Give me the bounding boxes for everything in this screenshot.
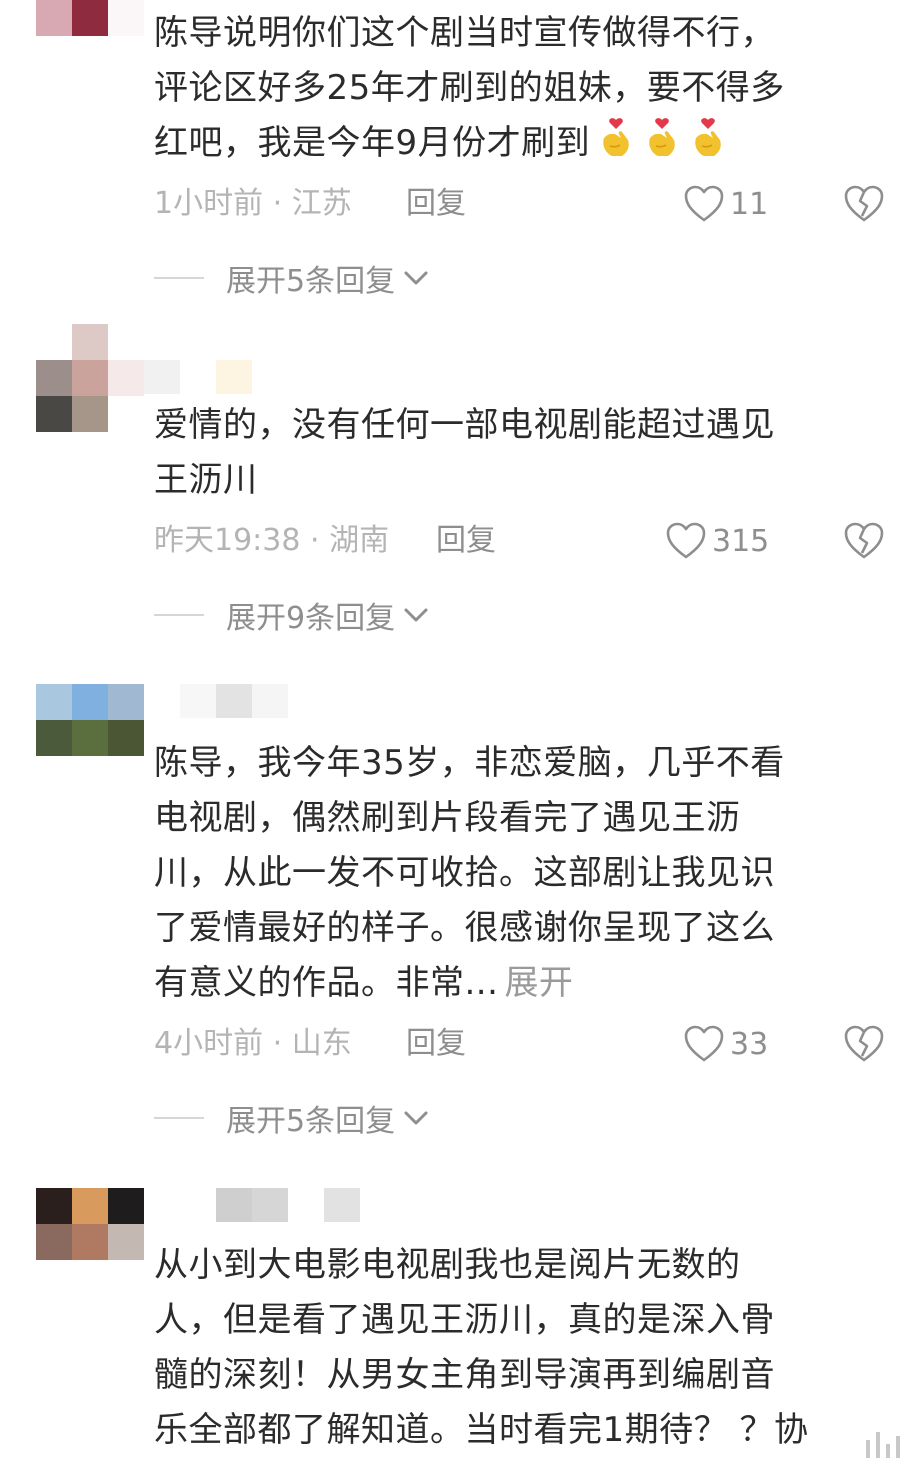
like-button[interactable]: 11 bbox=[684, 182, 768, 226]
comment-line: 乐全部都了解知道。当时看完1期待？ ？协 bbox=[154, 1410, 809, 1450]
reply-button[interactable]: 回复 bbox=[406, 182, 466, 226]
comment-line: 川，从此一发不可收拾。这部剧让我见识 bbox=[154, 853, 775, 893]
avatar[interactable] bbox=[36, 684, 144, 792]
comment-line: 人，但是看了遇见王沥川，真的是深入骨 bbox=[154, 1300, 775, 1340]
heart-outline-icon bbox=[684, 185, 724, 222]
time-location: 1小时前 · 江苏 bbox=[154, 186, 352, 221]
comment-line: 陈导说明你们这个剧当时宣传做得不行， bbox=[154, 13, 775, 53]
comment-line: 红吧，我是今年9月份才刷到 bbox=[154, 116, 854, 171]
comment-line: 髓的深刻！从男女主角到导演再到编剧音 bbox=[154, 1355, 775, 1395]
comment-line: 评论区好多25年才刷到的姐妹，要不得多 bbox=[154, 68, 785, 108]
expand-replies-label: 展开5条回复 bbox=[226, 264, 396, 299]
expand-replies[interactable]: 展开5条回复 bbox=[154, 1098, 429, 1139]
comment-line: 有意义的作品。非常... 展开 bbox=[154, 956, 854, 1011]
like-count: 315 bbox=[712, 523, 770, 559]
expand-replies[interactable]: 展开9条回复 bbox=[154, 595, 429, 636]
comment-text: 从小到大电影电视剧我也是阅片无数的 人，但是看了遇见王沥川，真的是深入骨 髓的深… bbox=[154, 1238, 854, 1458]
broken-heart-icon[interactable] bbox=[844, 184, 884, 224]
comment-text: 陈导说明你们这个剧当时宣传做得不行， 评论区好多25年才刷到的姐妹，要不得多 红… bbox=[154, 6, 854, 171]
avatar[interactable] bbox=[36, 324, 144, 432]
finger-heart-emoji bbox=[649, 118, 675, 156]
like-button[interactable]: 315 bbox=[666, 519, 769, 563]
comment-list: 陈导说明你们这个剧当时宣传做得不行， 评论区好多25年才刷到的姐妹，要不得多 红… bbox=[0, 0, 918, 1478]
chevron-down-icon bbox=[403, 606, 429, 624]
expand-replies[interactable]: 展开5条回复 bbox=[154, 258, 429, 299]
comment-line: 陈导，我今年35岁，非恋爱脑，几乎不看 bbox=[154, 743, 785, 783]
avatar[interactable] bbox=[36, 1188, 144, 1296]
comment-line-text: 有意义的作品。非常... bbox=[154, 963, 499, 1003]
heart-outline-icon bbox=[684, 1025, 724, 1062]
like-count: 33 bbox=[730, 1026, 769, 1062]
finger-heart-emoji bbox=[603, 118, 629, 156]
comment-line: 爱情的，没有任何一部电视剧能超过遇见 bbox=[154, 405, 775, 445]
comment-meta: 1小时前 · 江苏 回复 11 bbox=[154, 182, 884, 226]
chevron-down-icon bbox=[403, 269, 429, 287]
comment-line: 王沥川 bbox=[154, 460, 258, 500]
expand-replies-label: 展开5条回复 bbox=[226, 1104, 396, 1139]
reply-button[interactable]: 回复 bbox=[436, 519, 496, 563]
divider bbox=[154, 1117, 204, 1119]
username[interactable] bbox=[144, 360, 252, 394]
avatar[interactable] bbox=[36, 0, 144, 36]
comment-meta: 昨天19:38 · 湖南 回复 315 bbox=[154, 519, 884, 563]
expand-replies-label: 展开9条回复 bbox=[226, 601, 396, 636]
expand-text-link[interactable]: 展开 bbox=[504, 963, 573, 1003]
username[interactable] bbox=[180, 1188, 360, 1222]
time-location: 昨天19:38 · 湖南 bbox=[154, 523, 390, 558]
comment-line: 了爱情最好的样子。很感谢你呈现了这么 bbox=[154, 908, 775, 948]
like-button[interactable]: 33 bbox=[684, 1022, 768, 1066]
broken-heart-icon[interactable] bbox=[844, 521, 884, 561]
comment-text: 爱情的，没有任何一部电视剧能超过遇见 王沥川 bbox=[154, 398, 854, 508]
like-count: 11 bbox=[730, 186, 769, 222]
divider bbox=[154, 614, 204, 616]
reply-button[interactable]: 回复 bbox=[406, 1022, 466, 1066]
time-location: 4小时前 · 山东 bbox=[154, 1026, 352, 1061]
watermark-icon bbox=[866, 1432, 900, 1458]
broken-heart-icon[interactable] bbox=[844, 1024, 884, 1064]
username[interactable] bbox=[180, 684, 288, 718]
comment-line-text: 红吧，我是今年9月份才刷到 bbox=[154, 123, 591, 163]
finger-heart-emoji bbox=[695, 118, 721, 156]
chevron-down-icon bbox=[403, 1109, 429, 1127]
comment-line: 从小到大电影电视剧我也是阅片无数的 bbox=[154, 1245, 741, 1285]
heart-outline-icon bbox=[666, 522, 706, 559]
comment-line: 电视剧，偶然刷到片段看完了遇见王沥 bbox=[154, 798, 741, 838]
divider bbox=[154, 277, 204, 279]
comment-meta: 4小时前 · 山东 回复 33 bbox=[154, 1022, 884, 1066]
comment-text: 陈导，我今年35岁，非恋爱脑，几乎不看 电视剧，偶然刷到片段看完了遇见王沥 川，… bbox=[154, 736, 854, 1011]
